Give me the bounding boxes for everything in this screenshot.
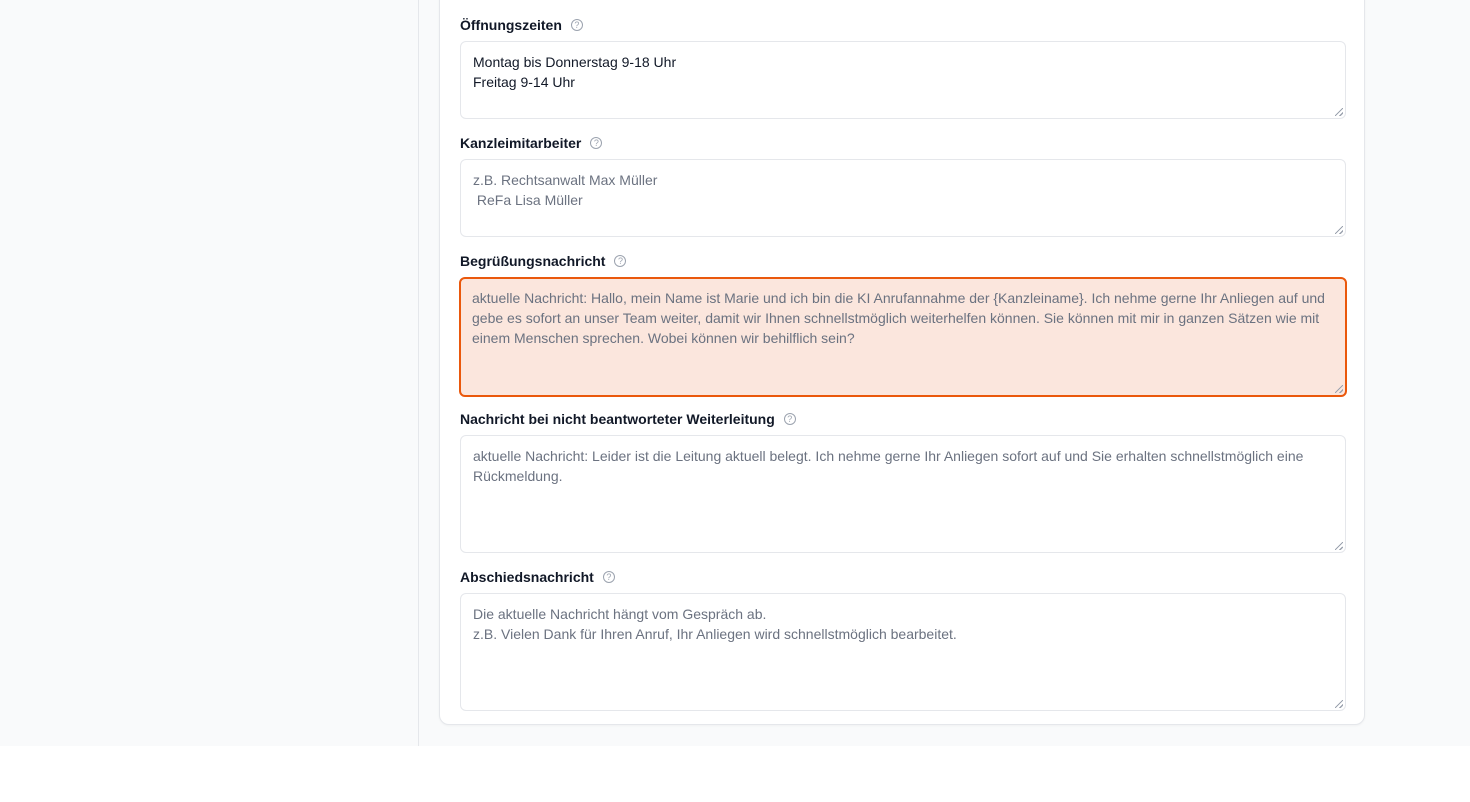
field-opening-hours: Öffnungszeiten ? Montag bis Donnerstag 9… [460, 15, 1346, 119]
unanswered-forwarding-textarea[interactable]: aktuelle Nachricht: Leider ist die Leitu… [460, 435, 1346, 553]
unanswered-forwarding-placeholder: aktuelle Nachricht: Leider ist die Leitu… [473, 448, 1308, 484]
help-icon[interactable]: ? [590, 137, 603, 149]
greeting-message-placeholder: aktuelle Nachricht: Hallo, mein Name ist… [472, 290, 1329, 346]
label-row: Begrüßungsnachricht ? [460, 251, 1346, 271]
greeting-message-textarea[interactable]: aktuelle Nachricht: Hallo, mein Name ist… [459, 277, 1347, 397]
staff-textarea[interactable]: z.B. Rechtsanwalt Max Müller ReFa Lisa M… [460, 159, 1346, 237]
resize-handle[interactable] [1335, 108, 1343, 116]
resize-handle[interactable] [1335, 700, 1343, 708]
greeting-message-label: Begrüßungsnachricht [460, 253, 606, 269]
help-icon[interactable]: ? [614, 255, 627, 267]
help-icon[interactable]: ? [783, 413, 796, 425]
resize-handle[interactable] [1335, 542, 1343, 550]
farewell-message-placeholder: Die aktuelle Nachricht hängt vom Gespräc… [473, 606, 957, 642]
help-icon[interactable]: ? [570, 19, 583, 31]
sidebar [0, 0, 419, 746]
field-staff: Kanzleimitarbeiter ? z.B. Rechtsanwalt M… [460, 133, 1346, 237]
field-farewell-message: Abschiedsnachricht ? Die aktuelle Nachri… [460, 567, 1346, 711]
staff-label: Kanzleimitarbeiter [460, 135, 582, 151]
farewell-message-label: Abschiedsnachricht [460, 569, 594, 585]
resize-handle[interactable] [1335, 385, 1343, 393]
label-row: Kanzleimitarbeiter ? [460, 133, 1346, 153]
label-row: Öffnungszeiten ? [460, 15, 1346, 35]
help-icon[interactable]: ? [602, 571, 615, 583]
farewell-message-textarea[interactable]: Die aktuelle Nachricht hängt vom Gespräc… [460, 593, 1346, 711]
label-row: Nachricht bei nicht beantworteter Weiter… [460, 409, 1346, 429]
field-greeting-message: Begrüßungsnachricht ? aktuelle Nachricht… [459, 251, 1347, 397]
label-row: Abschiedsnachricht ? [460, 567, 1346, 587]
field-unanswered-forwarding-message: Nachricht bei nicht beantworteter Weiter… [460, 409, 1346, 553]
opening-hours-value: Montag bis Donnerstag 9-18 Uhr Freitag 9… [473, 54, 677, 90]
opening-hours-textarea[interactable]: Montag bis Donnerstag 9-18 Uhr Freitag 9… [460, 41, 1346, 119]
unanswered-forwarding-label: Nachricht bei nicht beantworteter Weiter… [460, 411, 775, 427]
opening-hours-label: Öffnungszeiten [460, 17, 562, 33]
staff-placeholder: z.B. Rechtsanwalt Max Müller ReFa Lisa M… [473, 172, 658, 208]
resize-handle[interactable] [1335, 226, 1343, 234]
